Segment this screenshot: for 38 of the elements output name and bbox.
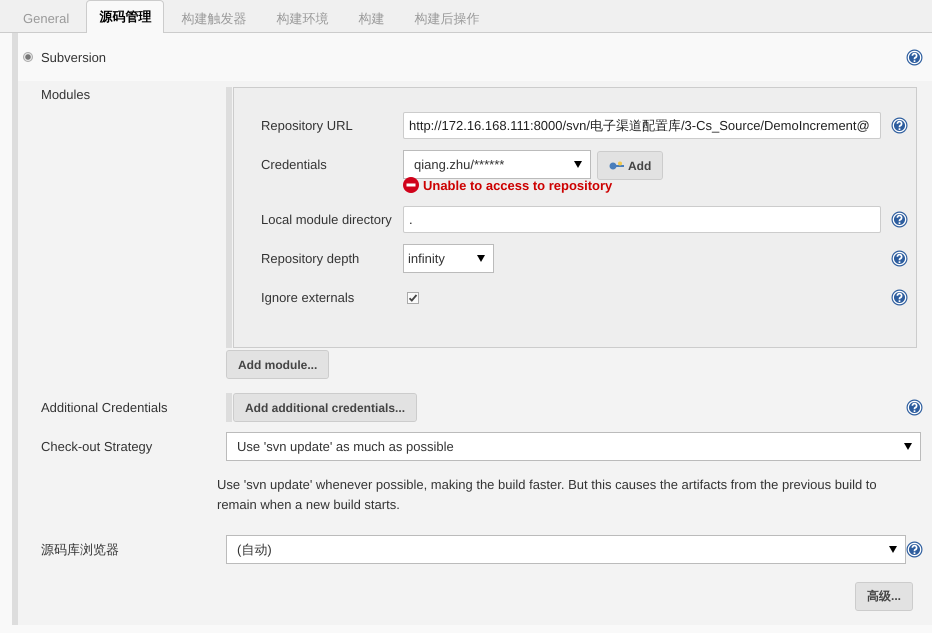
error-icon: [403, 177, 419, 193]
help-icon[interactable]: [891, 117, 908, 134]
field-label: Local module directory: [261, 212, 393, 227]
caret-icon: [574, 161, 582, 168]
help-icon[interactable]: [906, 48, 923, 66]
field-label: Ignore externals: [261, 290, 356, 305]
field-label: Additional Credentials: [40, 400, 168, 415]
field-label: Credentials: [261, 157, 328, 172]
caret-icon: [904, 443, 912, 450]
field-label: Repository depth: [261, 251, 360, 266]
checkbox[interactable]: [407, 292, 419, 304]
field-label: 源码库浏览器: [40, 540, 120, 558]
caret-icon: [477, 255, 485, 262]
scm-option-label: Subversion: [41, 50, 108, 64]
field-label: Modules: [40, 87, 92, 104]
help-icon[interactable]: [906, 541, 923, 558]
advanced-button[interactable]: 高级...: [854, 582, 913, 611]
browser-dropdown[interactable]: (自动): [226, 535, 906, 564]
help-icon[interactable]: [891, 211, 908, 228]
strategy-dropdown[interactable]: Use 'svn update' as much as possible: [226, 432, 921, 461]
key-icon: [609, 160, 625, 170]
add-credentials-button[interactable]: Add additional credentials...: [233, 393, 418, 422]
credentials-dropdown[interactable]: qiang.zhu/******: [403, 150, 591, 179]
input-field[interactable]: http://172.16.168.111:8000/svn/电子渠道配置库/3-Cs_Source/DemoIncrement@: [403, 112, 881, 139]
depth-dropdown[interactable]: infinity: [403, 244, 494, 273]
strategy-description: Use 'svn update' whenever possible, making the build faster. But this causes the artifacts from the previous build to remain when a new build starts.: [217, 476, 878, 514]
field-label: Check-out Strategy: [40, 439, 154, 454]
add-module-button[interactable]: Add module...: [226, 350, 330, 379]
input-field[interactable]: .: [403, 206, 881, 233]
add-button[interactable]: Add: [597, 151, 664, 180]
radio-button[interactable]: [23, 52, 33, 62]
field-label: Repository URL: [261, 118, 354, 133]
tab[interactable]: 源码管理: [86, 0, 164, 33]
caret-icon: [889, 546, 897, 553]
help-icon[interactable]: [891, 289, 908, 306]
help-icon[interactable]: [891, 250, 908, 267]
error-message: Unable to access to repository: [423, 178, 612, 192]
help-icon[interactable]: [906, 399, 923, 416]
